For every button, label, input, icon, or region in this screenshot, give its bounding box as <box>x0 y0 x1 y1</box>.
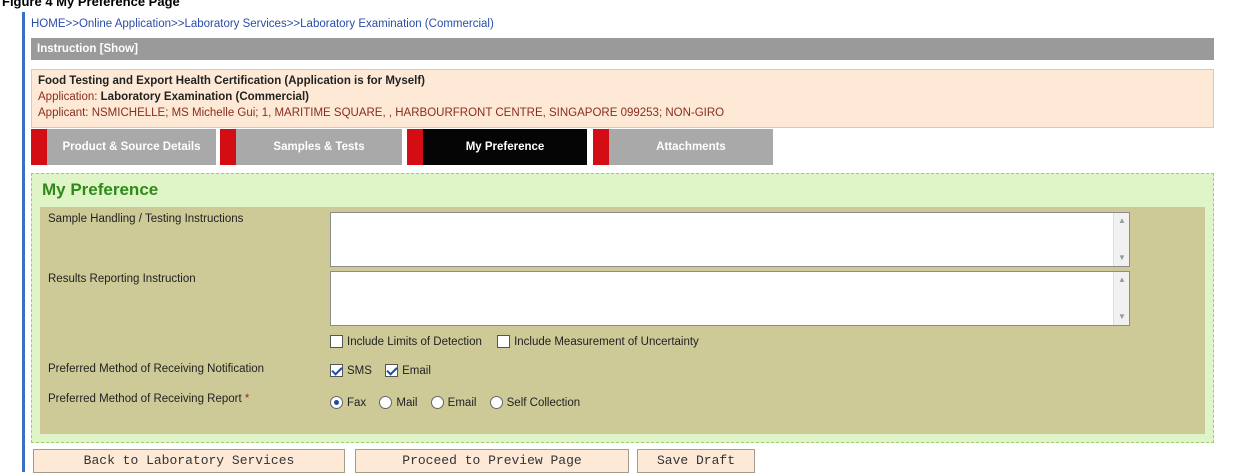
application-type-row: Application: Laboratory Examination (Com… <box>38 89 1207 105</box>
tab-marker <box>31 129 47 165</box>
save-draft-button[interactable]: Save Draft <box>637 449 755 473</box>
section-title: My Preference <box>42 180 159 199</box>
tab-marker <box>593 129 609 165</box>
include-uncertainty-label: Include Measurement of Uncertainty <box>514 335 699 348</box>
results-reporting-textarea[interactable] <box>331 272 1113 325</box>
breadcrumb: HOME>>Online Application>>Laboratory Ser… <box>31 18 494 34</box>
applicant-label: Applicant: <box>38 107 92 119</box>
report-email-radio[interactable]: Email <box>430 396 477 409</box>
required-mark: * <box>244 393 250 405</box>
tab-attachments[interactable]: Attachments <box>593 129 773 165</box>
breadcrumb-separator: >> <box>171 18 185 30</box>
my-preference-section: My Preference Sample Handling / Testing … <box>31 173 1214 443</box>
results-reporting-label: Results Reporting Instruction <box>48 273 196 285</box>
scroll-down-icon[interactable]: ▼ <box>1114 309 1130 325</box>
report-mail-label: Mail <box>396 396 418 409</box>
report-fax-label: Fax <box>347 396 367 409</box>
tab-label: Samples & Tests <box>273 141 365 153</box>
tab-bar: Product & Source Details Samples & Tests… <box>31 129 1214 165</box>
notification-options-row: SMS Email <box>330 364 443 380</box>
tab-label: Product & Source Details <box>62 141 201 153</box>
radio-circle[interactable] <box>489 396 503 409</box>
report-method-options-row: Fax Mail Email Self Collection <box>330 396 592 412</box>
report-method-label: Preferred Method of Receiving Report * <box>48 392 249 406</box>
checkbox-box[interactable] <box>330 364 343 377</box>
application-value: Laboratory Examination (Commercial) <box>100 91 309 103</box>
include-uncertainty-checkbox[interactable]: Include Measurement of Uncertainty <box>497 335 699 348</box>
checkbox-box[interactable] <box>330 335 343 348</box>
figure-caption: Figure 4 My Preference Page <box>2 0 180 9</box>
report-self-collection-label: Self Collection <box>506 396 581 409</box>
application-info-panel: Food Testing and Export Health Certifica… <box>31 69 1214 128</box>
scroll-up-icon[interactable]: ▲ <box>1114 272 1130 288</box>
breadcrumb-current-page: Laboratory Examination (Commercial) <box>300 18 494 30</box>
back-to-laboratory-services-button[interactable]: Back to Laboratory Services <box>33 449 345 473</box>
results-reporting-textarea-wrap: ▲ ▼ <box>330 271 1130 326</box>
scroll-up-icon[interactable]: ▲ <box>1114 213 1130 229</box>
radio-circle[interactable] <box>430 396 444 409</box>
include-limits-label: Include Limits of Detection <box>347 335 482 348</box>
sample-handling-label: Sample Handling / Testing Instructions <box>48 213 244 225</box>
radio-circle[interactable] <box>379 396 393 409</box>
notification-email-checkbox[interactable]: Email <box>385 364 431 377</box>
checkbox-box[interactable] <box>385 364 399 377</box>
checkbox-box[interactable] <box>497 335 511 348</box>
tab-marker <box>220 129 236 165</box>
scrollbar[interactable]: ▲ ▼ <box>1113 213 1129 266</box>
breadcrumb-home[interactable]: HOME <box>31 18 66 30</box>
tab-label: My Preference <box>465 141 545 153</box>
application-info-title: Food Testing and Export Health Certifica… <box>38 75 425 87</box>
proceed-to-preview-button[interactable]: Proceed to Preview Page <box>355 449 629 473</box>
sample-handling-textarea[interactable] <box>331 213 1113 266</box>
report-mail-radio[interactable]: Mail <box>379 396 417 409</box>
breadcrumb-separator: >> <box>65 18 79 30</box>
radio-circle[interactable] <box>330 396 343 409</box>
notification-email-label: Email <box>402 364 431 377</box>
scrollbar[interactable]: ▲ ▼ <box>1113 272 1129 325</box>
notification-method-label: Preferred Method of Receiving Notificati… <box>48 363 265 375</box>
notification-sms-label: SMS <box>347 364 372 377</box>
tab-my-preference[interactable]: My Preference <box>407 129 587 165</box>
notification-sms-checkbox[interactable]: SMS <box>330 364 372 377</box>
breadcrumb-laboratory-services[interactable]: Laboratory Services <box>184 18 286 30</box>
report-options-row: Include Limits of Detection Include Meas… <box>330 335 711 351</box>
breadcrumb-online-application[interactable]: Online Application <box>79 18 171 30</box>
breadcrumb-separator: >> <box>286 18 301 30</box>
report-email-label: Email <box>447 396 477 409</box>
tab-label: Attachments <box>656 141 726 153</box>
include-limits-checkbox[interactable]: Include Limits of Detection <box>330 335 482 348</box>
sample-handling-textarea-wrap: ▲ ▼ <box>330 212 1130 267</box>
tab-product-source-details[interactable]: Product & Source Details <box>31 129 216 165</box>
instruction-toggle[interactable]: Instruction [Show] <box>31 38 1214 60</box>
applicant-row: Applicant: NSMICHELLE; MS Michelle Gui; … <box>38 105 1207 121</box>
report-method-label-text: Preferred Method of Receiving Report <box>48 393 242 405</box>
application-frame: HOME>>Online Application>>Laboratory Ser… <box>22 12 1217 473</box>
application-label: Application: <box>38 91 101 103</box>
applicant-value: NSMICHELLE; MS Michelle Gui; 1, MARITIME… <box>91 107 725 119</box>
tab-samples-tests[interactable]: Samples & Tests <box>220 129 402 165</box>
report-self-collection-radio[interactable]: Self Collection <box>489 396 581 409</box>
scroll-down-icon[interactable]: ▼ <box>1114 250 1130 266</box>
tab-marker <box>407 129 423 165</box>
report-fax-radio[interactable]: Fax <box>330 396 366 409</box>
preference-form: Sample Handling / Testing Instructions ▲… <box>40 207 1205 434</box>
